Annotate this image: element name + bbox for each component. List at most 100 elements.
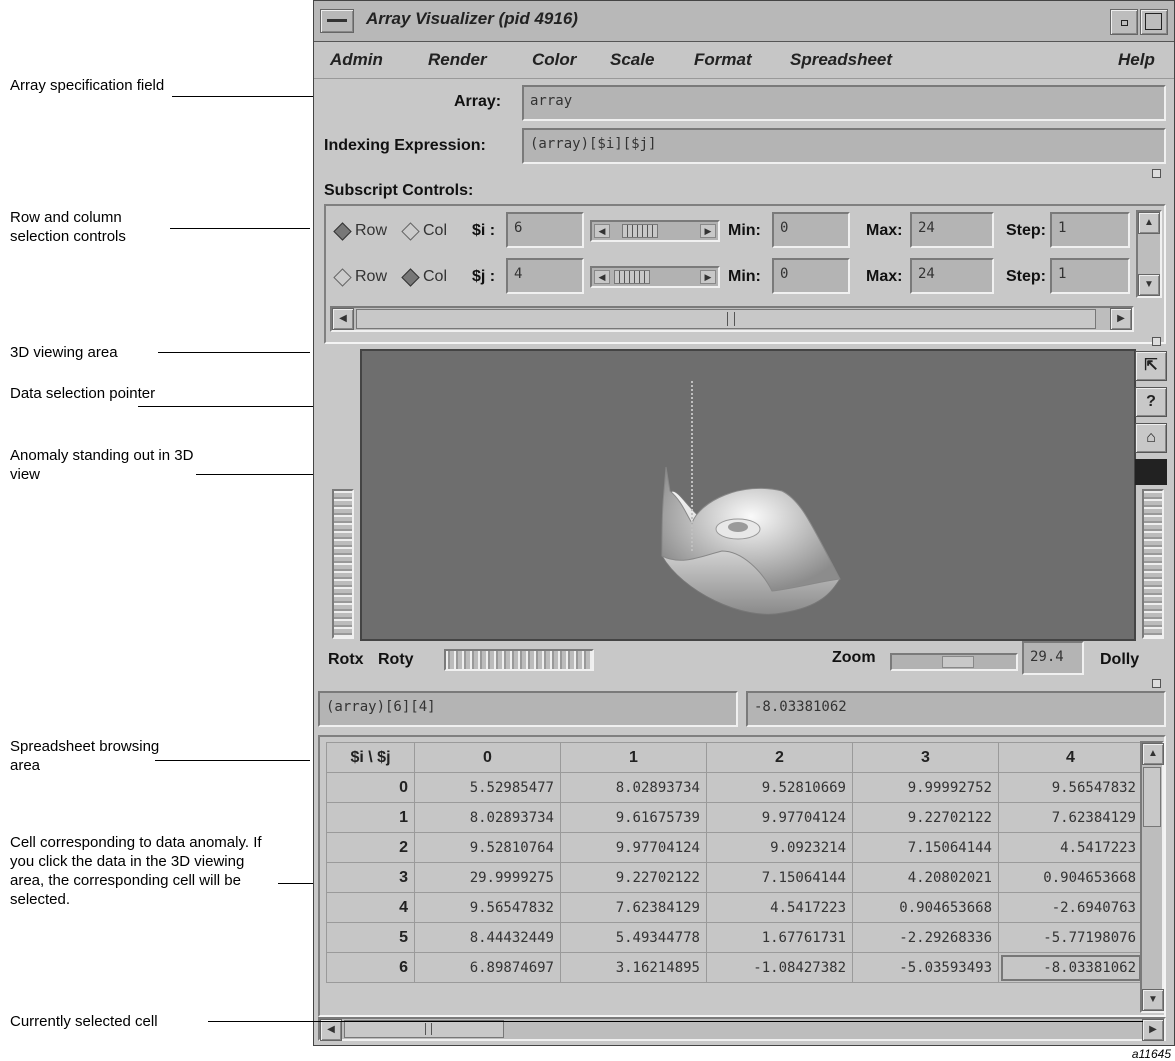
row-header[interactable]: 5 — [326, 922, 415, 953]
menu-admin[interactable]: Admin — [330, 50, 383, 70]
menu-color[interactable]: Color — [532, 50, 576, 70]
home-button[interactable]: ⌂ — [1135, 423, 1167, 453]
column-header[interactable]: 0 — [414, 742, 561, 773]
row-header[interactable]: 2 — [326, 832, 415, 863]
column-header[interactable]: 3 — [852, 742, 999, 773]
zoom-slider[interactable] — [890, 653, 1018, 671]
subscript-i-min[interactable]: 0 — [772, 212, 850, 248]
table-cell[interactable]: 5.52985477 — [414, 772, 561, 803]
selected-cell[interactable]: -8.03381062 — [998, 952, 1143, 983]
subscript-j-value[interactable]: 4 — [506, 258, 584, 294]
subscript-j-min[interactable]: 0 — [772, 258, 850, 294]
maximize-button[interactable] — [1140, 9, 1168, 35]
row-header[interactable]: 0 — [326, 772, 415, 803]
scroll-down-arrow-icon[interactable]: ▼ — [1142, 989, 1164, 1011]
table-cell[interactable]: 9.0923214 — [706, 832, 853, 863]
table-cell[interactable]: 9.52810764 — [414, 832, 561, 863]
scroll-right-arrow-icon[interactable]: ▶ — [1142, 1019, 1164, 1041]
table-cell[interactable]: 9.52810669 — [706, 772, 853, 803]
table-cell[interactable]: 8.44432449 — [414, 922, 561, 953]
table-cell[interactable]: -2.29268336 — [852, 922, 999, 953]
table-cell[interactable]: -1.08427382 — [706, 952, 853, 983]
title-bar[interactable]: Array Visualizer (pid 4916) — [314, 1, 1174, 42]
scroll-up-arrow-icon[interactable]: ▲ — [1138, 212, 1160, 234]
3d-viewing-area[interactable] — [360, 349, 1136, 641]
row-radio[interactable]: Row — [333, 221, 387, 241]
row-header[interactable]: 1 — [326, 802, 415, 833]
row-radio[interactable]: Row — [333, 267, 387, 287]
table-cell[interactable]: 7.62384129 — [560, 892, 707, 923]
slider-right-arrow-icon[interactable]: ▶ — [700, 224, 716, 238]
subscript-i-max[interactable]: 24 — [910, 212, 994, 248]
view-pointer-button[interactable]: ⇱ — [1135, 351, 1167, 381]
table-cell[interactable]: 0.904653668 — [998, 862, 1143, 893]
subscript-j-max[interactable]: 24 — [910, 258, 994, 294]
subscript-horizontal-scrollbar[interactable]: ◀ ▶ — [330, 306, 1134, 332]
window-menu-button[interactable] — [320, 9, 354, 33]
table-cell[interactable]: 7.15064144 — [706, 862, 853, 893]
table-cell[interactable]: 9.99992752 — [852, 772, 999, 803]
table-cell[interactable]: 7.62384129 — [998, 802, 1143, 833]
pane-sash[interactable] — [1152, 337, 1161, 346]
scroll-thumb[interactable] — [344, 1020, 504, 1038]
subscript-vertical-scrollbar[interactable]: ▲ ▼ — [1136, 210, 1162, 298]
roty-thumbwheel[interactable] — [444, 649, 594, 671]
col-radio[interactable]: Col — [401, 221, 447, 241]
pane-sash[interactable] — [1152, 679, 1161, 688]
table-cell[interactable]: 9.56547832 — [998, 772, 1143, 803]
minimize-button[interactable] — [1110, 9, 1138, 35]
spreadsheet-vertical-scrollbar[interactable]: ▲ ▼ — [1140, 741, 1164, 1013]
column-header[interactable]: 4 — [998, 742, 1143, 773]
table-cell[interactable]: 3.16214895 — [560, 952, 707, 983]
slider-right-arrow-icon[interactable]: ▶ — [700, 270, 716, 284]
subscript-i-value[interactable]: 6 — [506, 212, 584, 248]
pane-sash[interactable] — [1152, 169, 1161, 178]
zoom-slider-thumb[interactable] — [942, 656, 974, 668]
slider-left-arrow-icon[interactable]: ◀ — [594, 224, 610, 238]
array-input[interactable]: array — [522, 85, 1166, 121]
slider-left-arrow-icon[interactable]: ◀ — [594, 270, 610, 284]
subscript-i-slider[interactable]: ◀ ▶ — [590, 220, 720, 242]
table-cell[interactable]: 9.22702122 — [560, 862, 707, 893]
table-cell[interactable]: 8.02893734 — [414, 802, 561, 833]
col-radio[interactable]: Col — [401, 267, 447, 287]
table-cell[interactable]: 8.02893734 — [560, 772, 707, 803]
subscript-j-step[interactable]: 1 — [1050, 258, 1130, 294]
anomaly-cell[interactable]: 29.9999275 — [414, 862, 561, 893]
table-cell[interactable]: 4.20802021 — [852, 862, 999, 893]
table-cell[interactable]: 4.5417223 — [998, 832, 1143, 863]
table-cell[interactable]: 1.67761731 — [706, 922, 853, 953]
row-header[interactable]: 6 — [326, 952, 415, 983]
menu-format[interactable]: Format — [694, 50, 752, 70]
table-cell[interactable]: -5.03593493 — [852, 952, 999, 983]
table-cell[interactable]: 9.97704124 — [560, 832, 707, 863]
scroll-thumb[interactable] — [1143, 767, 1161, 827]
scroll-down-arrow-icon[interactable]: ▼ — [1138, 274, 1160, 296]
table-cell[interactable]: 9.22702122 — [852, 802, 999, 833]
table-cell[interactable]: -2.6940763 — [998, 892, 1143, 923]
scroll-right-arrow-icon[interactable]: ▶ — [1110, 308, 1132, 330]
scroll-left-arrow-icon[interactable]: ◀ — [320, 1019, 342, 1041]
table-cell[interactable]: 7.15064144 — [852, 832, 999, 863]
subscript-j-slider[interactable]: ◀ ▶ — [590, 266, 720, 288]
scroll-left-arrow-icon[interactable]: ◀ — [332, 308, 354, 330]
menu-spreadsheet[interactable]: Spreadsheet — [790, 50, 892, 70]
help-button[interactable]: ? — [1135, 387, 1167, 417]
indexing-expression-input[interactable]: (array)[$i][$j] — [522, 128, 1166, 164]
scroll-thumb[interactable] — [356, 309, 1096, 329]
row-header[interactable]: 4 — [326, 892, 415, 923]
dolly-thumbwheel[interactable] — [1142, 489, 1164, 639]
table-cell[interactable]: 0.904653668 — [852, 892, 999, 923]
menu-scale[interactable]: Scale — [610, 50, 654, 70]
row-header[interactable]: 3 — [326, 862, 415, 893]
column-header[interactable]: 1 — [560, 742, 707, 773]
table-cell[interactable]: 9.61675739 — [560, 802, 707, 833]
table-cell[interactable]: -5.77198076 — [998, 922, 1143, 953]
zoom-value[interactable]: 29.4 — [1022, 641, 1084, 675]
rotx-thumbwheel[interactable] — [332, 489, 354, 639]
table-cell[interactable]: 6.89874697 — [414, 952, 561, 983]
subscript-i-step[interactable]: 1 — [1050, 212, 1130, 248]
table-cell[interactable]: 9.97704124 — [706, 802, 853, 833]
column-header[interactable]: 2 — [706, 742, 853, 773]
table-cell[interactable]: 9.56547832 — [414, 892, 561, 923]
